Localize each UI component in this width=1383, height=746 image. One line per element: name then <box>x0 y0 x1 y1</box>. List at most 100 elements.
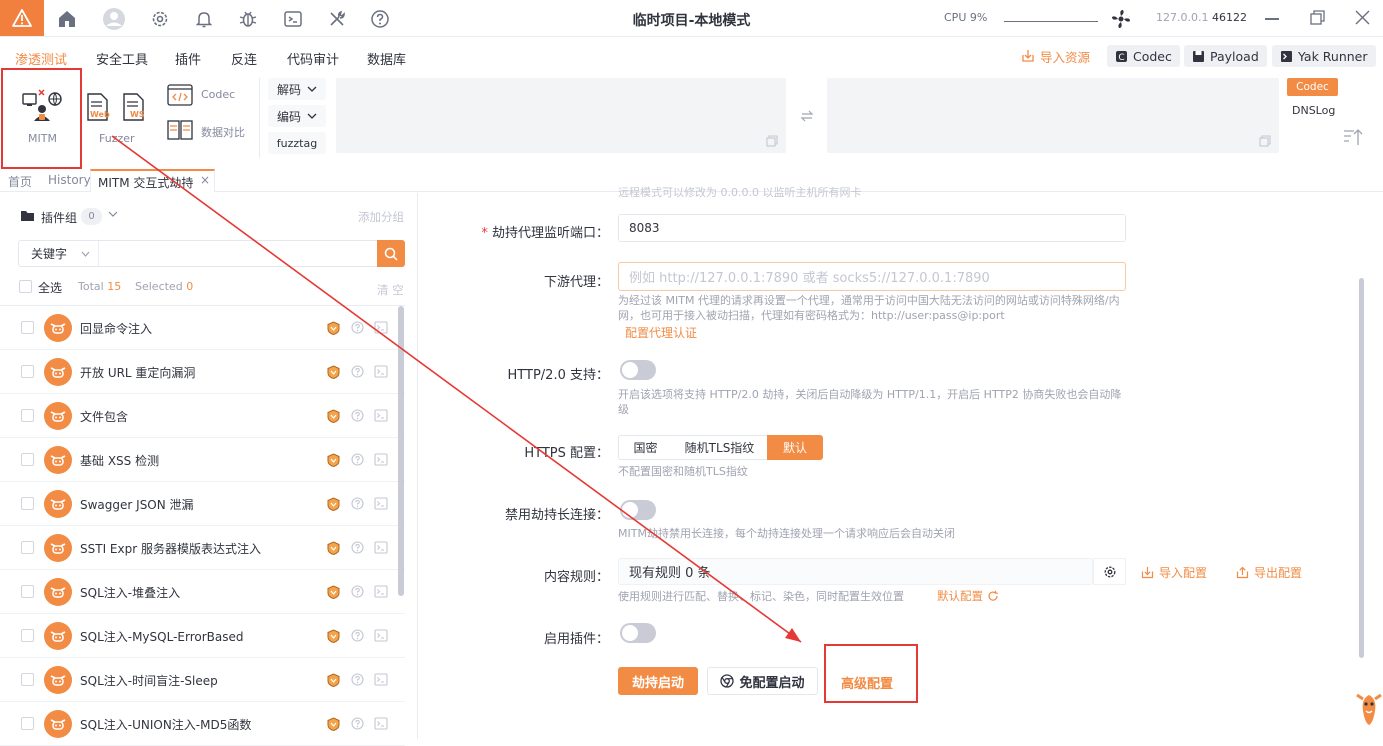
gear-icon[interactable] <box>150 9 170 29</box>
terminal-icon[interactable] <box>374 365 388 378</box>
mitm-icon[interactable] <box>21 87 63 123</box>
terminal-icon[interactable] <box>374 321 388 334</box>
default-config-link[interactable]: 默认配置 <box>937 588 999 604</box>
bell-icon[interactable] <box>194 9 214 29</box>
plugin-checkbox[interactable] <box>21 409 34 422</box>
free-config-start-button[interactable]: 免配置启动 <box>707 667 818 695</box>
mitm-label[interactable]: MITM <box>28 132 57 145</box>
sort-icon[interactable] <box>1343 128 1363 146</box>
keyword-select[interactable]: 关键字 <box>19 241 99 266</box>
terminal-icon[interactable] <box>374 673 388 686</box>
home-icon[interactable] <box>57 9 77 29</box>
enable-plugins-toggle[interactable] <box>620 623 656 643</box>
tab-home[interactable]: 首页 <box>8 173 32 190</box>
http2-toggle[interactable] <box>620 360 656 380</box>
chevron-down-icon[interactable] <box>108 209 118 219</box>
terminal-icon[interactable] <box>374 585 388 598</box>
plugin-checkbox[interactable] <box>21 541 34 554</box>
plugin-row[interactable]: SSTI Expr 服务器模版表达式注入 <box>0 526 405 570</box>
bug-icon[interactable] <box>238 9 258 29</box>
plugin-row[interactable]: 文件包含 <box>0 394 405 438</box>
terminal-icon[interactable] <box>374 409 388 422</box>
copy-icon[interactable] <box>766 135 778 147</box>
add-group-link[interactable]: 添加分组 <box>358 209 404 225</box>
terminal-icon[interactable] <box>374 453 388 466</box>
menu-code-audit[interactable]: 代码审计 <box>287 49 339 68</box>
codec-output-area[interactable] <box>827 78 1279 153</box>
plugin-checkbox[interactable] <box>21 585 34 598</box>
https-option-random-tls[interactable]: 随机TLS指纹 <box>672 435 768 460</box>
terminal-icon[interactable] <box>374 497 388 510</box>
yak-runner-button[interactable]: Yak Runner <box>1272 45 1376 67</box>
help-icon[interactable] <box>351 717 364 730</box>
swap-icon[interactable] <box>800 109 814 123</box>
codec-tool-icon[interactable] <box>167 83 193 107</box>
menu-database[interactable]: 数据库 <box>367 49 406 68</box>
diff-icon[interactable] <box>167 119 193 141</box>
plugin-row[interactable]: 回显命令注入 <box>0 306 405 350</box>
plugin-checkbox[interactable] <box>21 673 34 686</box>
encode-dropdown[interactable]: 编码 <box>268 105 326 127</box>
select-all-label[interactable]: 全选 <box>38 279 62 296</box>
tools-icon[interactable] <box>327 9 347 29</box>
help-icon[interactable] <box>351 321 364 334</box>
plugin-checkbox[interactable] <box>21 497 34 510</box>
plugin-group-label[interactable]: 插件组 <box>41 209 77 226</box>
select-all-checkbox[interactable] <box>19 280 32 293</box>
web-fuzzer-icon[interactable]: Web <box>86 93 112 121</box>
dnslog-tag[interactable]: DNSLog <box>1292 104 1335 117</box>
help-icon[interactable] <box>351 585 364 598</box>
help-icon[interactable] <box>351 453 364 466</box>
restore-icon[interactable] <box>1310 10 1325 25</box>
plugin-checkbox[interactable] <box>21 717 34 730</box>
help-icon[interactable] <box>351 497 364 510</box>
plugin-checkbox[interactable] <box>21 321 34 334</box>
plugin-row[interactable]: 开放 URL 重定向漏洞 <box>0 350 405 394</box>
plugin-row[interactable]: SQL注入-UNION注入-MD5函数 <box>0 702 405 746</box>
codec-input-area[interactable] <box>336 78 786 153</box>
close-icon[interactable] <box>1355 10 1370 25</box>
plugin-row[interactable]: SQL注入-堆叠注入 <box>0 570 405 614</box>
diff-label[interactable]: 数据对比 <box>201 124 245 140</box>
tab-mitm[interactable]: MITM 交互式劫持 × <box>90 169 215 192</box>
plugin-row[interactable]: 基础 XSS 检测 <box>0 438 405 482</box>
help-icon[interactable] <box>351 409 364 422</box>
import-resources-button[interactable]: 导入资源 <box>1013 45 1098 67</box>
minimize-icon[interactable] <box>1265 18 1279 20</box>
fuzzer-label[interactable]: Fuzzer <box>99 132 135 145</box>
plugin-list-scrollbar[interactable] <box>398 306 404 596</box>
plugin-checkbox[interactable] <box>21 365 34 378</box>
terminal-icon[interactable] <box>374 629 388 642</box>
plugin-search-input[interactable]: 关键字 <box>18 240 378 267</box>
codec-button[interactable]: C Codec <box>1107 45 1180 67</box>
help-icon[interactable] <box>351 365 364 378</box>
codec-tool-label[interactable]: Codec <box>201 88 235 101</box>
tab-close-icon[interactable]: × <box>200 173 210 187</box>
clear-button[interactable]: 清 空 <box>377 282 404 298</box>
tab-history[interactable]: History <box>48 173 91 187</box>
fuzztag-button[interactable]: fuzztag <box>268 132 326 154</box>
menu-reverse[interactable]: 反连 <box>231 49 257 68</box>
search-button[interactable] <box>377 240 405 267</box>
start-hijack-button[interactable]: 劫持启动 <box>618 667 698 695</box>
form-scrollbar[interactable] <box>1359 278 1364 658</box>
https-option-default[interactable]: 默认 <box>767 435 823 460</box>
codec-tag[interactable]: Codec <box>1287 78 1338 96</box>
https-option-sm[interactable]: 国密 <box>618 435 673 460</box>
terminal-icon[interactable] <box>374 717 388 730</box>
help-icon[interactable] <box>351 673 364 686</box>
user-avatar-icon[interactable] <box>102 7 126 31</box>
decode-dropdown[interactable]: 解码 <box>268 78 326 100</box>
terminal-icon[interactable] <box>374 541 388 554</box>
help-icon[interactable] <box>351 541 364 554</box>
plugin-checkbox[interactable] <box>21 629 34 642</box>
warning-icon[interactable] <box>0 0 44 36</box>
plugin-row[interactable]: Swagger JSON 泄漏 <box>0 482 405 526</box>
rules-settings-button[interactable] <box>1093 558 1126 585</box>
import-config-link[interactable]: 导入配置 <box>1141 564 1207 581</box>
menu-pentest[interactable]: 渗透测试 <box>15 49 67 68</box>
yak-mascot-icon[interactable] <box>1355 689 1383 729</box>
copy-icon[interactable] <box>1259 135 1271 147</box>
plugin-row[interactable]: SQL注入-时间盲注-Sleep <box>0 658 405 702</box>
engine-fan-icon[interactable] <box>1110 8 1132 30</box>
